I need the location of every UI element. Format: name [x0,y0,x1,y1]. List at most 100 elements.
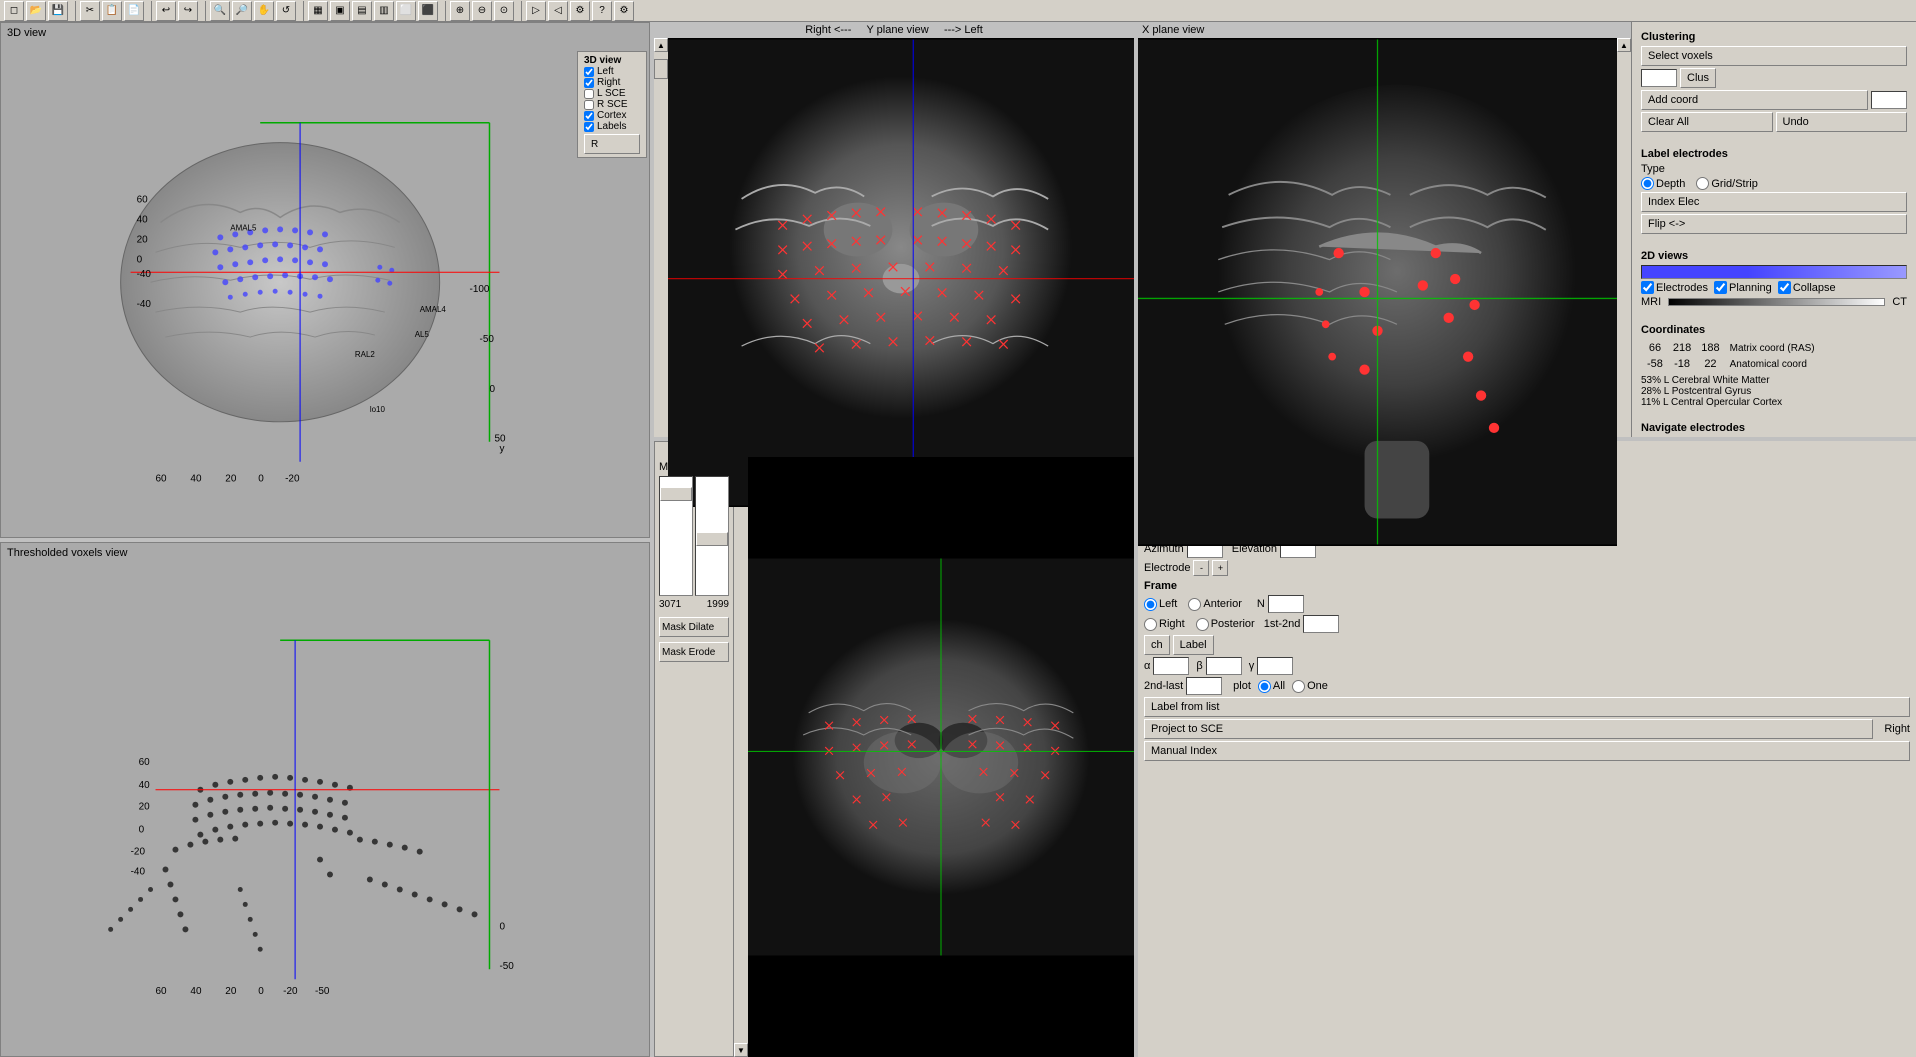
select-voxels-btn[interactable]: Select voxels [1641,46,1907,66]
tb-open[interactable]: 📂 [26,1,46,21]
frame-row2: Right Posterior 1st-2nd 0 [1144,615,1910,633]
tb-b5[interactable]: ⬜ [396,1,416,21]
second-last-row: 2nd-last 0 plot All One [1144,677,1910,695]
frame-left-radio[interactable] [1144,598,1157,611]
svg-text:-40: -40 [137,269,152,280]
thresholded-view[interactable]: Thresholded voxels view [0,542,650,1057]
y-scroll-up[interactable]: ▲ [654,38,668,52]
coord-y1: 218 [1669,341,1695,355]
gamma-input[interactable]: 0 [1257,657,1293,675]
thres-min-slider[interactable] [695,476,729,596]
tb-b1[interactable]: ▦ [308,1,328,21]
tb-cut[interactable]: ✂ [80,1,100,21]
y-plane-mri[interactable] [668,38,1134,507]
tb-c2[interactable]: ⊖ [472,1,492,21]
clear-all-btn[interactable]: Clear All [1641,112,1773,132]
legend-rsce-check[interactable] [584,100,594,110]
add-coord-btn[interactable]: Add coord [1641,90,1868,110]
frame-plot-all-radio[interactable] [1258,680,1271,693]
mri-slider[interactable] [1668,298,1885,306]
3d-view-brain[interactable]: 3D view [0,22,650,538]
y-plane-content: ▲ ▼ [654,38,1134,507]
tb-zoom-in[interactable]: 🔍 [210,1,230,21]
project-sce-btn[interactable]: Project to SCE [1144,719,1873,739]
flip-btn[interactable]: Flip <-> [1641,214,1907,234]
tb-c3[interactable]: ⊙ [494,1,514,21]
frame-plot-one-radio[interactable] [1292,680,1305,693]
label-btn[interactable]: Label [1173,635,1214,655]
frame-right-radio[interactable] [1144,618,1157,631]
tb-help[interactable]: ? [592,1,612,21]
coord-table: 66 218 188 Matrix coord (RAS) -58 -18 22… [1641,339,1821,373]
coord-title: Coordinates [1641,324,1907,336]
tb-b6[interactable]: ⬛ [418,1,438,21]
grid-radio[interactable] [1696,177,1709,190]
legend-lsce-check[interactable] [584,89,594,99]
add-coord-val[interactable]: 0 [1871,91,1907,109]
tb-settings[interactable]: ⚙ [570,1,590,21]
tb-b3[interactable]: ▤ [352,1,372,21]
second-last-input[interactable]: 0 [1186,677,1222,695]
index-elec-btn[interactable]: Index Elec [1641,192,1907,212]
legend-left-check[interactable] [584,67,594,77]
tb-d2[interactable]: ◁ [548,1,568,21]
tb-b4[interactable]: ▥ [374,1,394,21]
tb-rotate[interactable]: ↺ [276,1,296,21]
ch-btn[interactable]: ch [1144,635,1170,655]
tb-paste[interactable]: 📄 [124,1,144,21]
thres-max-thumb[interactable] [660,487,692,501]
collapse-check[interactable] [1778,281,1791,294]
planning-check[interactable] [1714,281,1727,294]
undo-btn[interactable]: Undo [1776,112,1908,132]
beta-input[interactable]: 0 [1206,657,1242,675]
z-plane-mri[interactable] [748,457,1134,1057]
electrodes-check[interactable] [1641,281,1654,294]
gamma-label: γ [1249,660,1255,672]
depth-radio[interactable] [1641,177,1654,190]
tb-hand[interactable]: ✋ [254,1,274,21]
alpha-input[interactable]: 0 [1153,657,1189,675]
depth-radio-label: Depth [1641,177,1685,190]
legend-r-btn[interactable]: R [584,134,640,154]
angles-row: α 0 β 0 γ 0 [1144,657,1910,675]
thres-min-thumb[interactable] [696,532,728,546]
clustering-input-64[interactable]: 64 [1641,69,1677,87]
tb-zoom-out[interactable]: 🔎 [232,1,252,21]
tb-copy[interactable]: 📋 [102,1,122,21]
first-second-input[interactable]: 0 [1303,615,1339,633]
legend-labels-check[interactable] [584,122,594,132]
label-from-list-btn[interactable]: Label from list [1144,697,1910,717]
tb-undo[interactable]: ↩ [156,1,176,21]
tb-d1[interactable]: ▷ [526,1,546,21]
mask-erode-btn[interactable]: Mask Erode [659,642,729,662]
x-plane-mri[interactable] [1138,38,1617,546]
tb-gear2[interactable]: ⚙ [614,1,634,21]
svg-text:0: 0 [258,986,264,997]
manual-index-btn[interactable]: Manual Index [1144,741,1910,761]
elec-minus[interactable]: - [1193,560,1209,576]
frame-anterior-radio[interactable] [1188,598,1201,611]
tb-new[interactable]: ◻ [4,1,24,21]
z-scroll-down[interactable]: ▼ [734,1043,748,1057]
bottom-middle: Thres Max Min 3071 1999 [654,441,1134,1057]
x-scroll-up[interactable]: ▲ [1617,38,1631,52]
2d-bar-fill [1642,266,1906,278]
frame-posterior-radio[interactable] [1196,618,1209,631]
mask-dilate-btn[interactable]: Mask Dilate [659,617,729,637]
tb-save[interactable]: 💾 [48,1,68,21]
svg-text:20: 20 [139,801,151,812]
svg-text:AMAL4: AMAL4 [420,305,447,314]
elec-plus[interactable]: + [1212,560,1228,576]
tb-c1[interactable]: ⊕ [450,1,470,21]
tb-redo[interactable]: ↪ [178,1,198,21]
legend-cortex-check[interactable] [584,111,594,121]
brain-3d-svg: -40 -40 0 20 40 60 y 50 0 -50 -100 60 40… [1,23,649,537]
tb-b2[interactable]: ▣ [330,1,350,21]
n-input[interactable]: 0 [1268,595,1304,613]
frame-posterior-text: Posterior [1211,618,1255,630]
xplane-area: X plane view [1138,22,1631,437]
legend-right-check[interactable] [584,78,594,88]
thres-max-slider[interactable] [659,476,693,596]
clus-btn[interactable]: Clus [1680,68,1716,88]
y-scroll-thumb[interactable] [654,59,668,79]
